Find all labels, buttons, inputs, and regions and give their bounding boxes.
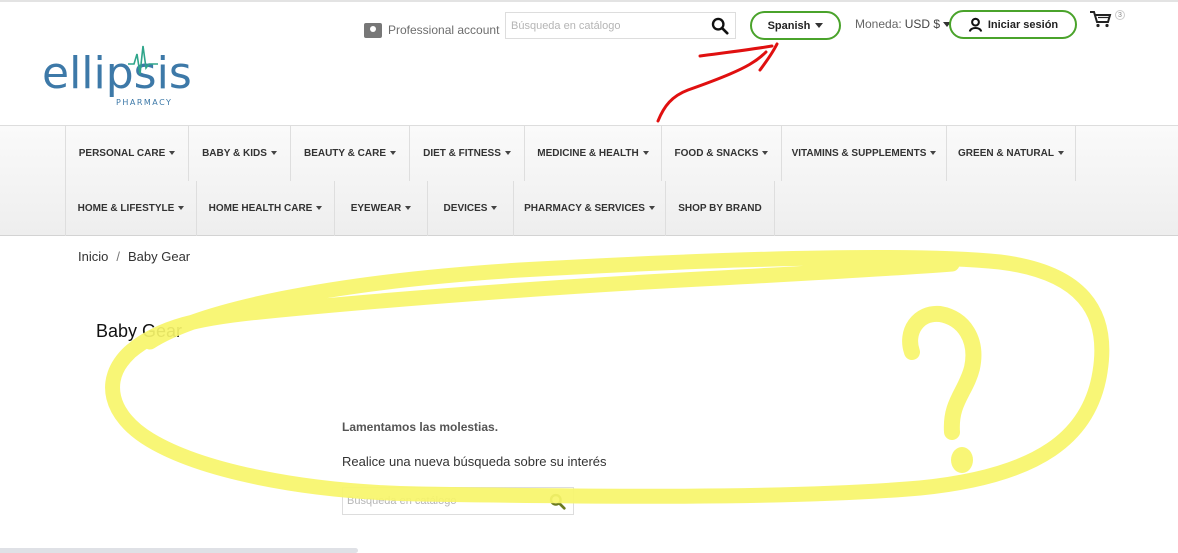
nav-label: DEVICES (443, 203, 488, 214)
empty-results-message: Realice una nueva búsqueda sobre su inte… (342, 454, 607, 469)
nav-medicine-health[interactable]: MEDICINE & HEALTH (524, 126, 661, 181)
nav-devices[interactable]: DEVICES (427, 181, 513, 236)
chevron-down-icon (504, 150, 511, 155)
professional-account-icon (364, 22, 382, 38)
logo-pulse-icon (128, 45, 158, 75)
chevron-down-icon (930, 150, 937, 155)
search-icon[interactable] (549, 493, 566, 510)
login-button[interactable]: Iniciar sesión (949, 10, 1077, 39)
logo-text: ellipsis (42, 48, 192, 99)
horizontal-scrollbar[interactable] (0, 548, 358, 553)
language-selector[interactable]: Spanish (750, 11, 841, 40)
logo-subtext: PHARMACY (116, 98, 173, 107)
nav-label: BABY & KIDS (202, 148, 267, 159)
chevron-down-icon (762, 150, 769, 155)
nav-label: DIET & FITNESS (423, 148, 501, 159)
language-label: Spanish (767, 19, 811, 32)
currency-value: USD $ (904, 17, 941, 31)
nav-beauty-care[interactable]: BEAUTY & CARE (290, 126, 409, 181)
currency-label: Moneda: (855, 17, 902, 31)
chevron-down-icon (390, 150, 397, 155)
empty-results-title: Lamentamos las molestias. (342, 420, 499, 434)
search-icon[interactable] (711, 17, 729, 35)
chevron-down-icon (648, 205, 655, 210)
nav-green-natural[interactable]: GREEN & NATURAL (946, 126, 1076, 181)
chevron-down-icon (1057, 150, 1064, 155)
breadcrumb: Inicio / Baby Gear (78, 249, 190, 264)
nav-label: HOME HEALTH CARE (208, 203, 313, 214)
breadcrumb-current: Baby Gear (127, 249, 191, 264)
question-mark-annotation (902, 305, 982, 440)
currency-selector[interactable]: Moneda: USD $ (855, 17, 952, 31)
top-border (0, 0, 1178, 2)
nav-label: BEAUTY & CARE (303, 148, 387, 159)
professional-account-link[interactable]: Professional account (364, 20, 499, 40)
nav-diet-fitness[interactable]: DIET & FITNESS (409, 126, 524, 181)
user-icon (968, 17, 982, 32)
nav-label: MEDICINE & HEALTH (537, 148, 639, 159)
chevron-down-icon (270, 150, 277, 155)
nav-label: GREEN & NATURAL (958, 148, 1054, 159)
nav-label: HOME & LIFESTYLE (77, 203, 175, 214)
breadcrumb-separator: / (116, 249, 120, 264)
nav-personal-care[interactable]: PERSONAL CARE (65, 126, 188, 181)
red-arrow-annotation (656, 42, 779, 123)
header-search-input[interactable] (506, 13, 701, 38)
nav-eyewear[interactable]: EYEWEAR (334, 181, 427, 236)
page-title: Baby Gear (96, 321, 183, 341)
chevron-down-icon (169, 150, 176, 155)
nav-food-snacks[interactable]: FOOD & SNACKS (661, 126, 781, 181)
nav-label: EYEWEAR (350, 203, 402, 214)
question-mark-dot (951, 447, 973, 473)
yellow-highlight-annotation (105, 249, 1110, 504)
header-search (505, 12, 736, 39)
nav-label: VITAMINS & SUPPLEMENTS (791, 148, 927, 159)
main-navigation: PERSONAL CARE BABY & KIDS BEAUTY & CARE … (0, 125, 1178, 236)
professional-account-label: Professional account (388, 23, 500, 37)
nav-vitamins-supplements[interactable]: VITAMINS & SUPPLEMENTS (781, 126, 946, 181)
nav-home-lifestyle[interactable]: HOME & LIFESTYLE (65, 181, 196, 236)
nav-label: SHOP BY BRAND (678, 203, 762, 214)
nav-shop-by-brand[interactable]: SHOP BY BRAND (665, 181, 775, 236)
nav-home-health-care[interactable]: HOME HEALTH CARE (196, 181, 334, 236)
cart-button[interactable]: 3 (1090, 10, 1125, 32)
chevron-down-icon (491, 205, 498, 210)
login-label: Iniciar sesión (987, 18, 1059, 31)
chevron-down-icon (815, 23, 824, 28)
breadcrumb-home[interactable]: Inicio (78, 249, 108, 264)
nav-label: PERSONAL CARE (78, 148, 166, 159)
chevron-down-icon (178, 205, 185, 210)
nav-label: PHARMACY & SERVICES (524, 203, 645, 214)
cart-icon (1090, 11, 1112, 28)
chevron-down-icon (316, 205, 323, 210)
nav-pharmacy-services[interactable]: PHARMACY & SERVICES (513, 181, 665, 236)
nav-baby-kids[interactable]: BABY & KIDS (188, 126, 290, 181)
catalog-search (342, 487, 574, 515)
catalog-search-input[interactable] (343, 488, 538, 514)
chevron-down-icon (642, 150, 649, 155)
nav-label: FOOD & SNACKS (674, 148, 759, 159)
cart-count-badge: 3 (1115, 10, 1125, 20)
chevron-down-icon (405, 205, 412, 210)
logo[interactable]: ellipsis PHARMACY (42, 44, 192, 110)
